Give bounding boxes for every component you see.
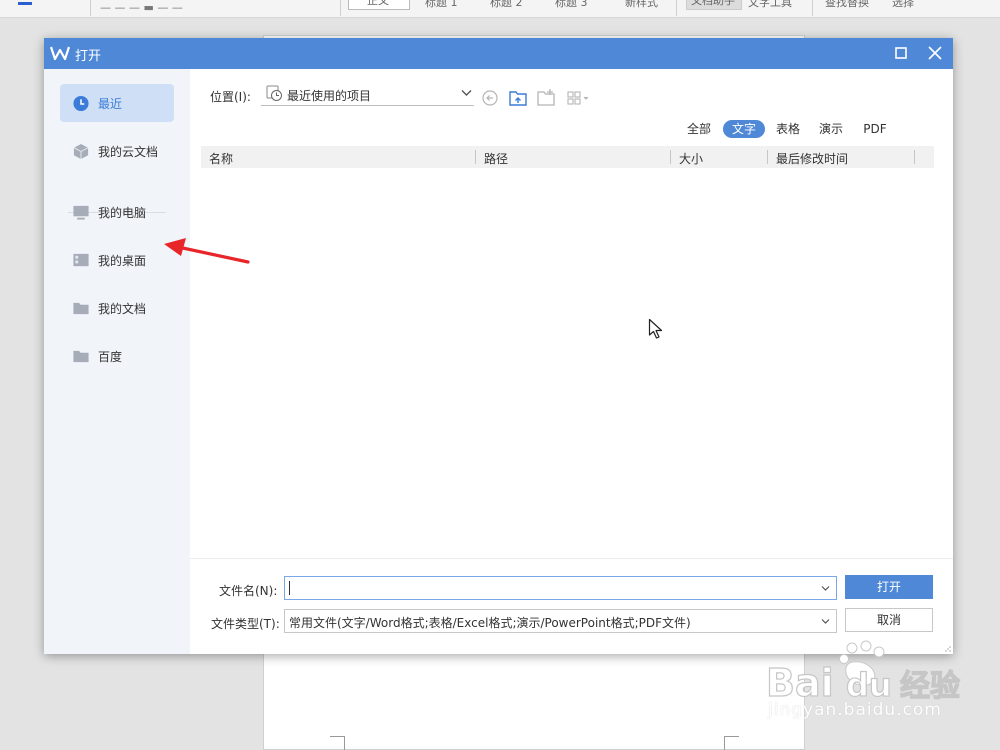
column-header-modified[interactable]: 最后修改时间: [776, 150, 848, 167]
style-heading-2[interactable]: 标题 2: [490, 0, 523, 10]
align-icons[interactable]: — — — ▬ — —: [100, 1, 183, 14]
back-icon[interactable]: [480, 88, 500, 108]
chevron-down-icon: [821, 619, 830, 624]
sidebar-item-label: 我的电脑: [98, 206, 147, 220]
sidebar-item-label: 最近: [98, 97, 123, 111]
column-header-size[interactable]: 大小: [679, 150, 703, 167]
open-dialog: 打开 最近 我的云文档 我的电脑 我的桌面 我的文档 百度 位置(I): 最近使…: [44, 38, 953, 654]
chevron-down-icon[interactable]: [821, 585, 830, 592]
filter-tab-spreadsheet[interactable]: 表格: [773, 120, 803, 138]
text-caret: [289, 581, 290, 595]
clock-icon: [73, 95, 89, 112]
select-button[interactable]: 选择: [892, 0, 914, 10]
toolbar-separator: [812, 0, 813, 16]
crop-mark: [724, 736, 739, 750]
style-new[interactable]: 新样式: [625, 0, 658, 10]
sidebar-item-label: 我的云文档: [98, 145, 159, 159]
location-dropdown[interactable]: 最近使用的项目: [261, 82, 474, 106]
column-separator: [475, 150, 476, 164]
sidebar-item-recent[interactable]: 最近: [60, 84, 174, 122]
new-folder-icon[interactable]: [536, 88, 556, 108]
bottom-divider: [190, 558, 953, 559]
dialog-titlebar[interactable]: 打开: [44, 38, 953, 69]
column-separator: [767, 150, 768, 164]
sidebar-item-label: 我的文档: [98, 302, 147, 316]
watermark-url: jingyan.baidu.com: [768, 700, 942, 720]
style-normal[interactable]: 正文: [348, 0, 410, 10]
underline-color-icon[interactable]: [18, 2, 32, 5]
toolbar-separator: [90, 0, 91, 16]
monitor-icon: [73, 205, 89, 220]
wps-logo-icon: [50, 46, 70, 61]
column-header-name[interactable]: 名称: [209, 150, 233, 167]
cancel-button[interactable]: 取消: [845, 608, 933, 632]
filename-field[interactable]: [284, 576, 837, 600]
column-separator: [914, 150, 915, 164]
sidebar-item-my-desktop[interactable]: 我的桌面: [60, 241, 174, 279]
desktop-icon: [73, 253, 89, 267]
sidebar-item-my-documents[interactable]: 我的文档: [60, 289, 174, 327]
document-assistant-button[interactable]: 文档助手: [686, 0, 742, 10]
view-mode-icon[interactable]: [566, 88, 594, 108]
maximize-icon[interactable]: [890, 42, 912, 64]
svg-text:Bai: Bai: [766, 661, 834, 705]
file-list-header: 名称 路径 大小 最后修改时间: [201, 146, 934, 168]
folder-icon: [73, 350, 89, 363]
crop-mark: [330, 736, 345, 750]
filter-tab-all[interactable]: 全部: [684, 120, 714, 138]
sidebar-item-label: 我的桌面: [98, 254, 147, 268]
file-list[interactable]: [201, 168, 934, 558]
style-heading-1[interactable]: 标题 1: [425, 0, 458, 10]
dialog-title: 打开: [75, 49, 102, 64]
location-value: 最近使用的项目: [287, 89, 372, 103]
open-button[interactable]: 打开: [845, 575, 933, 599]
filename-input[interactable]: [289, 580, 809, 596]
background-toolbar: — — — ▬ — — 正文 标题 1 标题 2 标题 3 新样式 文档助手 文…: [0, 0, 1000, 18]
toolbar-separator: [676, 0, 677, 16]
filetype-dropdown[interactable]: 常用文件(文字/Word格式;表格/Excel格式;演示/PowerPoint格…: [284, 609, 837, 633]
sidebar-item-baidu[interactable]: 百度: [60, 337, 174, 375]
toolbar-separator: [340, 0, 341, 16]
location-label: 位置(I):: [210, 90, 251, 104]
filter-tab-presentation[interactable]: 演示: [816, 120, 846, 138]
chevron-down-icon: [461, 90, 472, 96]
annotation-arrow-icon: [164, 238, 250, 264]
filter-tab-writer[interactable]: 文字: [723, 120, 765, 138]
filename-label: 文件名(N):: [219, 584, 278, 598]
svg-text:经验: 经验: [900, 669, 960, 704]
places-sidebar: 最近 我的云文档 我的电脑 我的桌面 我的文档 百度: [44, 69, 190, 654]
svg-text:du: du: [846, 666, 892, 704]
sidebar-item-label: 百度: [98, 350, 123, 364]
cube-icon: [73, 143, 89, 160]
close-icon[interactable]: [924, 42, 946, 64]
column-header-path[interactable]: 路径: [484, 150, 508, 167]
sidebar-item-cloud-docs[interactable]: 我的云文档: [60, 132, 174, 170]
filetype-label: 文件类型(T):: [211, 617, 280, 631]
mouse-cursor-icon: [648, 318, 663, 339]
filetype-value: 常用文件(文字/Word格式;表格/Excel格式;演示/PowerPoint格…: [289, 616, 691, 630]
text-tools-button[interactable]: 文字工具: [748, 0, 792, 10]
recent-items-icon: [266, 85, 282, 101]
column-separator: [670, 150, 671, 164]
parent-folder-icon[interactable]: [508, 88, 528, 108]
style-heading-3[interactable]: 标题 3: [555, 0, 588, 10]
folder-icon: [73, 302, 89, 315]
baidu-jingyan-logo-icon: Bai du 经验: [765, 640, 961, 706]
sidebar-item-my-computer[interactable]: 我的电脑: [60, 193, 174, 231]
find-replace-button[interactable]: 查找替换: [825, 0, 869, 10]
filter-tab-pdf[interactable]: PDF: [860, 120, 890, 138]
